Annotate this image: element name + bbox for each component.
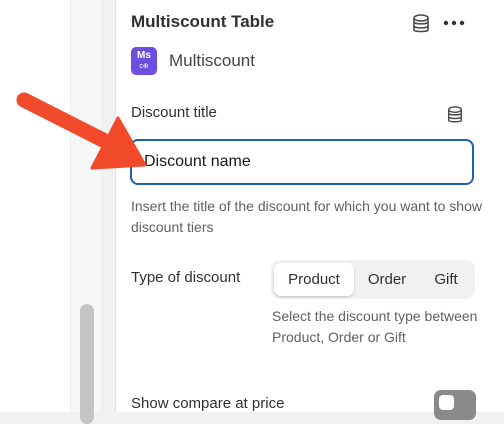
panel-title: Multiscount Table (131, 12, 275, 31)
discount-type-option-gift[interactable]: Gift (420, 263, 472, 296)
pane-gap (101, 0, 115, 412)
discount-title-help: Insert the title of the discount for whi… (131, 198, 482, 235)
discount-title-input[interactable] (130, 139, 474, 185)
database-icon[interactable] (446, 106, 464, 124)
app-logo: Ms c⊕ (131, 47, 157, 75)
editor-canvas (0, 0, 102, 424)
compare-price-label: Show compare at price (131, 395, 285, 412)
discount-type-label: Type of discount (131, 269, 241, 286)
database-icon[interactable] (412, 14, 430, 34)
app-logo-subtext: c⊕ (139, 63, 149, 70)
discount-type-segmented-control: Product Order Gift (271, 260, 475, 299)
toggle-knob (439, 395, 454, 410)
discount-type-option-order[interactable]: Order (354, 263, 420, 296)
compare-price-toggle[interactable] (434, 390, 476, 420)
canvas-scrollbar-thumb[interactable] (80, 304, 94, 424)
more-horizontal-icon[interactable] (443, 17, 465, 29)
discount-title-label: Discount title (131, 104, 217, 121)
discount-type-help: Select the discount type between Product… (272, 308, 478, 345)
app-name: Multiscount (169, 51, 255, 70)
app-logo-text: Ms (137, 50, 151, 61)
discount-type-option-product[interactable]: Product (274, 263, 354, 296)
block-settings-panel: Multiscount Table Ms c⊕ Multiscount Disc… (115, 0, 504, 420)
